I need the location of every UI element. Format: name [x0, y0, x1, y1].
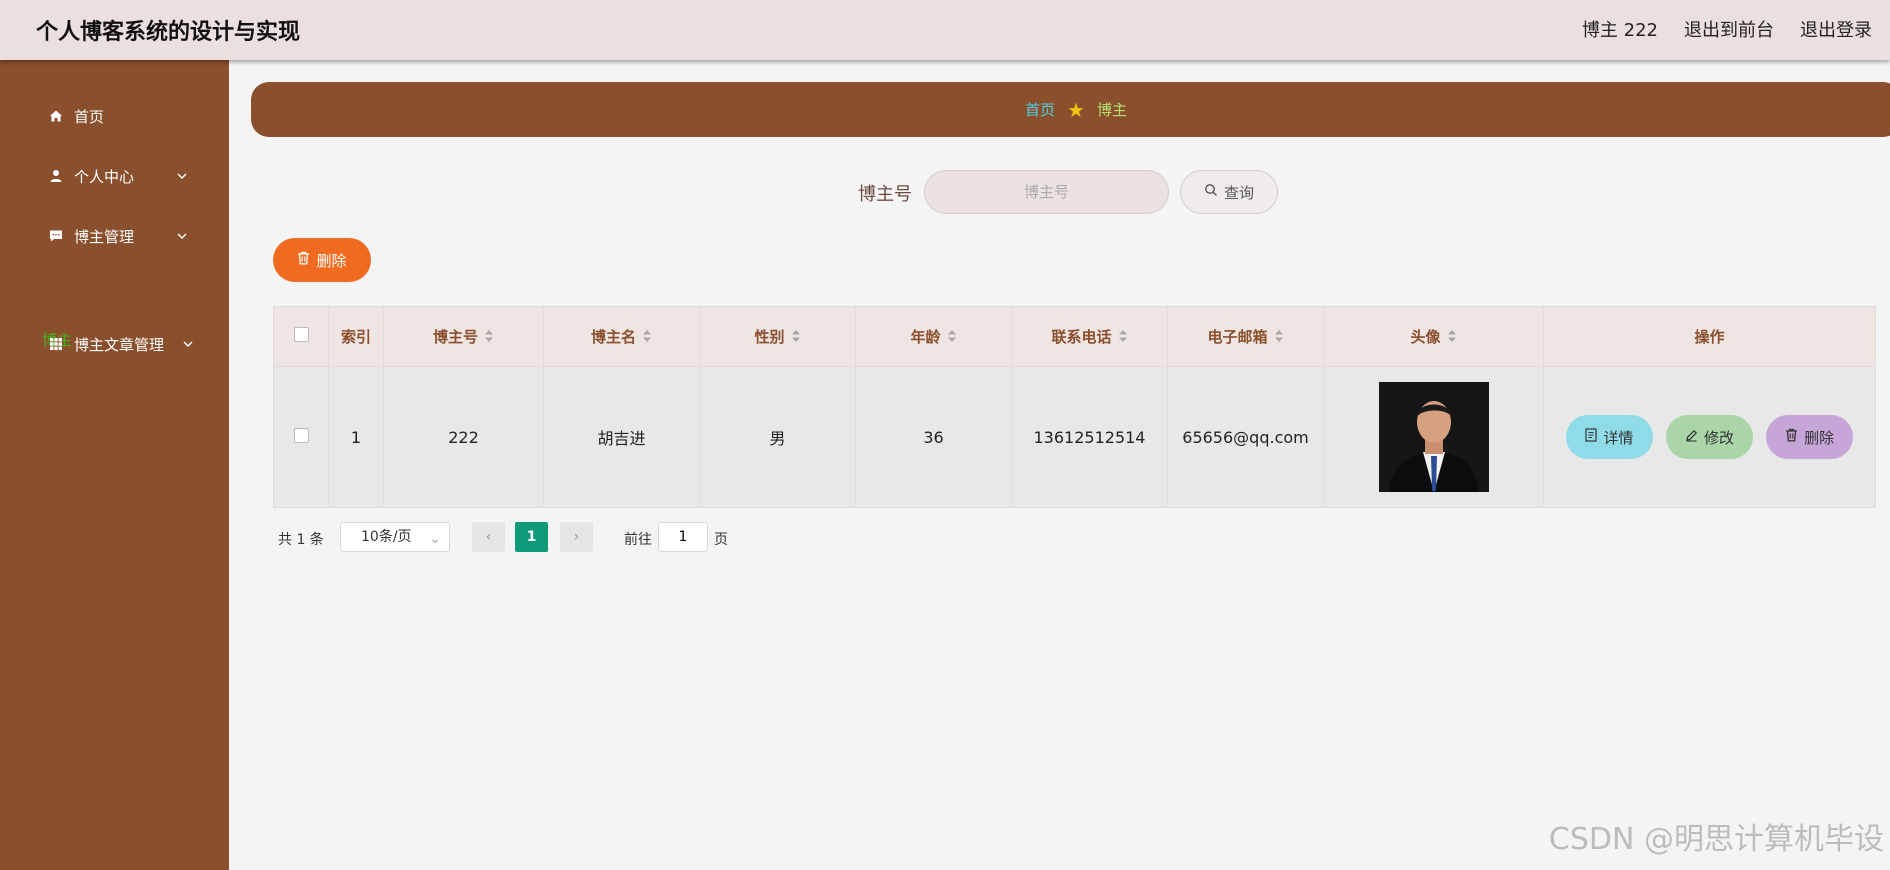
bulk-delete-label: 删除	[316, 251, 347, 270]
cell-avatar	[1323, 366, 1544, 508]
cell-blogger-name: 胡吉进	[543, 366, 700, 508]
column-header-phone[interactable]: 联系电话	[1011, 306, 1168, 367]
bulk-delete-button[interactable]: 删除	[273, 238, 371, 282]
prev-page-button[interactable]: ‹	[472, 522, 505, 552]
breadcrumb-home[interactable]: 首页	[1025, 99, 1055, 120]
document-icon	[1585, 428, 1597, 446]
row-checkbox[interactable]	[293, 427, 309, 443]
goto-label: 前往	[624, 532, 652, 548]
row-delete-label: 删除	[1804, 428, 1835, 447]
edit-button-label: 修改	[1703, 428, 1734, 447]
edit-button[interactable]: 修改	[1666, 415, 1753, 459]
column-header-email[interactable]: 电子邮箱	[1167, 306, 1324, 367]
sidebar-item-label: 博主文章管理	[74, 335, 165, 354]
detail-button[interactable]: 详情	[1565, 415, 1653, 459]
sidebar-item-label: 个人中心	[74, 167, 135, 186]
chevron-left-icon: ‹	[485, 529, 492, 545]
cell-phone: 13612512514	[1011, 366, 1168, 508]
row-delete-button[interactable]: 删除	[1766, 415, 1854, 459]
search-label: 博主号	[858, 184, 912, 205]
chevron-down-icon: ⌄	[429, 531, 441, 547]
page-number-current[interactable]: 1	[515, 522, 548, 552]
trash-icon	[297, 251, 310, 269]
sort-icon[interactable]	[484, 329, 494, 347]
page-size-value: 10条/页	[361, 529, 412, 545]
column-header-age[interactable]: 年龄	[855, 306, 1012, 367]
app-title: 个人博客系统的设计与实现	[36, 20, 301, 45]
top-right-menu: 博主 222 退出到前台 退出登录	[1582, 16, 1872, 42]
pencil-icon	[1685, 428, 1698, 446]
user-icon	[48, 168, 64, 184]
search-input[interactable]	[924, 170, 1169, 214]
column-header-blogger-name[interactable]: 博主名	[543, 306, 700, 367]
detail-button-label: 详情	[1603, 428, 1634, 447]
sidebar-item-article-management[interactable]: 博主文章管理	[48, 332, 193, 356]
column-header-gender[interactable]: 性别	[699, 306, 856, 367]
search-icon	[1204, 183, 1218, 201]
total-count: 共 1 条	[278, 532, 324, 548]
chevron-down-icon	[176, 228, 188, 246]
column-header-actions: 操作	[1543, 306, 1876, 367]
sort-icon[interactable]	[642, 329, 652, 347]
chevron-down-icon	[176, 168, 188, 186]
sidebar: 首页 个人中心 博主管理 博主 博主文章管理	[0, 60, 229, 870]
search-button[interactable]: 查询	[1180, 170, 1278, 214]
sort-icon[interactable]	[947, 329, 957, 347]
page-unit-label: 页	[714, 532, 728, 548]
sort-icon[interactable]	[1447, 329, 1457, 347]
star-icon: ★	[1067, 97, 1085, 122]
select-all-cell	[273, 306, 329, 367]
next-page-button[interactable]: ›	[560, 522, 593, 552]
column-header-index: 索引	[328, 306, 384, 367]
cell-age: 36	[855, 366, 1012, 508]
chevron-right-icon: ›	[573, 529, 580, 545]
sidebar-item-blogger-management[interactable]: 博主管理	[48, 224, 188, 248]
column-header-avatar[interactable]: 头像	[1323, 306, 1544, 367]
sort-icon[interactable]	[1274, 329, 1284, 347]
chat-icon	[48, 228, 64, 244]
watermark: CSDN @明思计算机毕设	[1548, 822, 1884, 857]
goto-page-input[interactable]	[658, 522, 708, 552]
logout-link[interactable]: 退出登录	[1800, 16, 1872, 42]
cell-blogger-id: 222	[383, 366, 544, 508]
blogger-table: 索引 博主号 博主名 性别 年龄 联系电话 电子邮箱 头像 操作 1 222 胡…	[273, 306, 1876, 508]
table-row: 1 222 胡吉进 男 36 13612512514 65656@qq.com	[273, 366, 1876, 508]
cell-email: 65656@qq.com	[1167, 366, 1324, 508]
breadcrumb-current: 博主	[1096, 101, 1127, 119]
exit-to-front-link[interactable]: 退出到前台	[1684, 16, 1774, 42]
cell-index: 1	[328, 366, 384, 508]
page-size-select[interactable]: 10条/页 ⌄	[340, 522, 450, 552]
avatar-image[interactable]	[1378, 382, 1489, 492]
breadcrumb: 首页 ★ 博主	[251, 82, 1890, 137]
table-header-row: 索引 博主号 博主名 性别 年龄 联系电话 电子邮箱 头像 操作	[273, 306, 1876, 367]
sort-icon[interactable]	[791, 329, 801, 347]
home-icon	[48, 108, 64, 124]
cell-gender: 男	[699, 366, 856, 508]
search-button-label: 查询	[1223, 183, 1254, 202]
sidebar-item-label: 博主管理	[74, 227, 135, 246]
trash-icon	[1785, 428, 1798, 446]
top-bar: 个人博客系统的设计与实现 博主 222 退出到前台 退出登录	[0, 0, 1890, 60]
sidebar-item-label: 首页	[74, 107, 105, 126]
sort-icon[interactable]	[1118, 329, 1128, 347]
grid-icon	[48, 336, 64, 352]
select-all-checkbox[interactable]	[293, 327, 309, 342]
current-user[interactable]: 博主 222	[1582, 16, 1658, 42]
sidebar-item-personal-center[interactable]: 个人中心	[48, 164, 188, 188]
cell-actions: 详情 修改 删除	[1543, 366, 1876, 508]
row-select-cell	[273, 366, 329, 508]
chevron-down-icon	[182, 336, 194, 354]
sidebar-item-home[interactable]: 首页	[48, 104, 188, 128]
column-header-blogger-id[interactable]: 博主号	[383, 306, 544, 367]
